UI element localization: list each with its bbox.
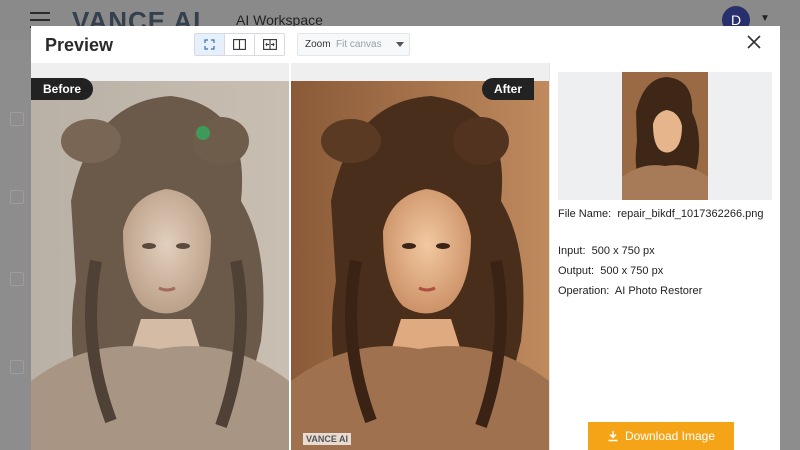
thumbnail-image <box>622 72 708 200</box>
file-name-row: File Name: repair_bikdf_1017362266.png <box>558 206 776 222</box>
comparison-divider[interactable] <box>289 63 291 450</box>
modal-title: Preview <box>45 35 114 55</box>
view-fit-button[interactable] <box>195 34 225 55</box>
fit-icon <box>204 39 215 50</box>
input-row: Input: 500 x 750 px <box>558 243 776 259</box>
zoom-select[interactable]: Zoom Fit canvas <box>297 33 410 56</box>
output-value: 500 x 750 px <box>600 265 664 277</box>
output-label: Output: <box>558 265 595 277</box>
thumbnail-container <box>558 72 772 200</box>
after-label: After <box>482 78 535 100</box>
before-image <box>31 81 289 450</box>
view-split-button[interactable] <box>225 34 255 55</box>
operation-value: AI Photo Restorer <box>614 285 703 297</box>
view-mode-toggle <box>194 33 285 56</box>
info-panel: File Name: repair_bikdf_1017362266.png I… <box>549 63 780 450</box>
slider-icon <box>262 39 277 50</box>
after-image <box>291 81 549 450</box>
comparison-viewer[interactable]: Before After VANCE AI <box>31 63 549 450</box>
split-icon <box>233 39 246 50</box>
operation-label: Operation: <box>558 285 610 297</box>
operation-row: Operation: AI Photo Restorer <box>558 283 776 299</box>
before-label: Before <box>31 78 94 100</box>
close-button[interactable] <box>744 32 764 52</box>
watermark-logo: VANCE AI <box>303 433 352 445</box>
download-label: Download Image <box>624 429 716 443</box>
download-button[interactable]: Download Image <box>588 422 734 450</box>
view-slider-button[interactable] <box>255 34 284 55</box>
caret-down-icon <box>396 42 404 47</box>
file-name-label: File Name: <box>558 208 612 220</box>
chevron-down-icon[interactable]: ▼ <box>760 13 770 24</box>
close-icon <box>747 35 761 49</box>
file-name-value: repair_bikdf_1017362266.png <box>617 208 764 220</box>
download-icon <box>608 431 618 442</box>
output-row: Output: 500 x 750 px <box>558 263 776 279</box>
input-label: Input: <box>558 245 586 257</box>
zoom-label: Zoom <box>305 39 331 50</box>
zoom-value: Fit canvas <box>336 39 382 50</box>
preview-modal: Preview Zoom Fit canvas Before After VAN… <box>31 26 780 450</box>
input-value: 500 x 750 px <box>591 245 655 257</box>
